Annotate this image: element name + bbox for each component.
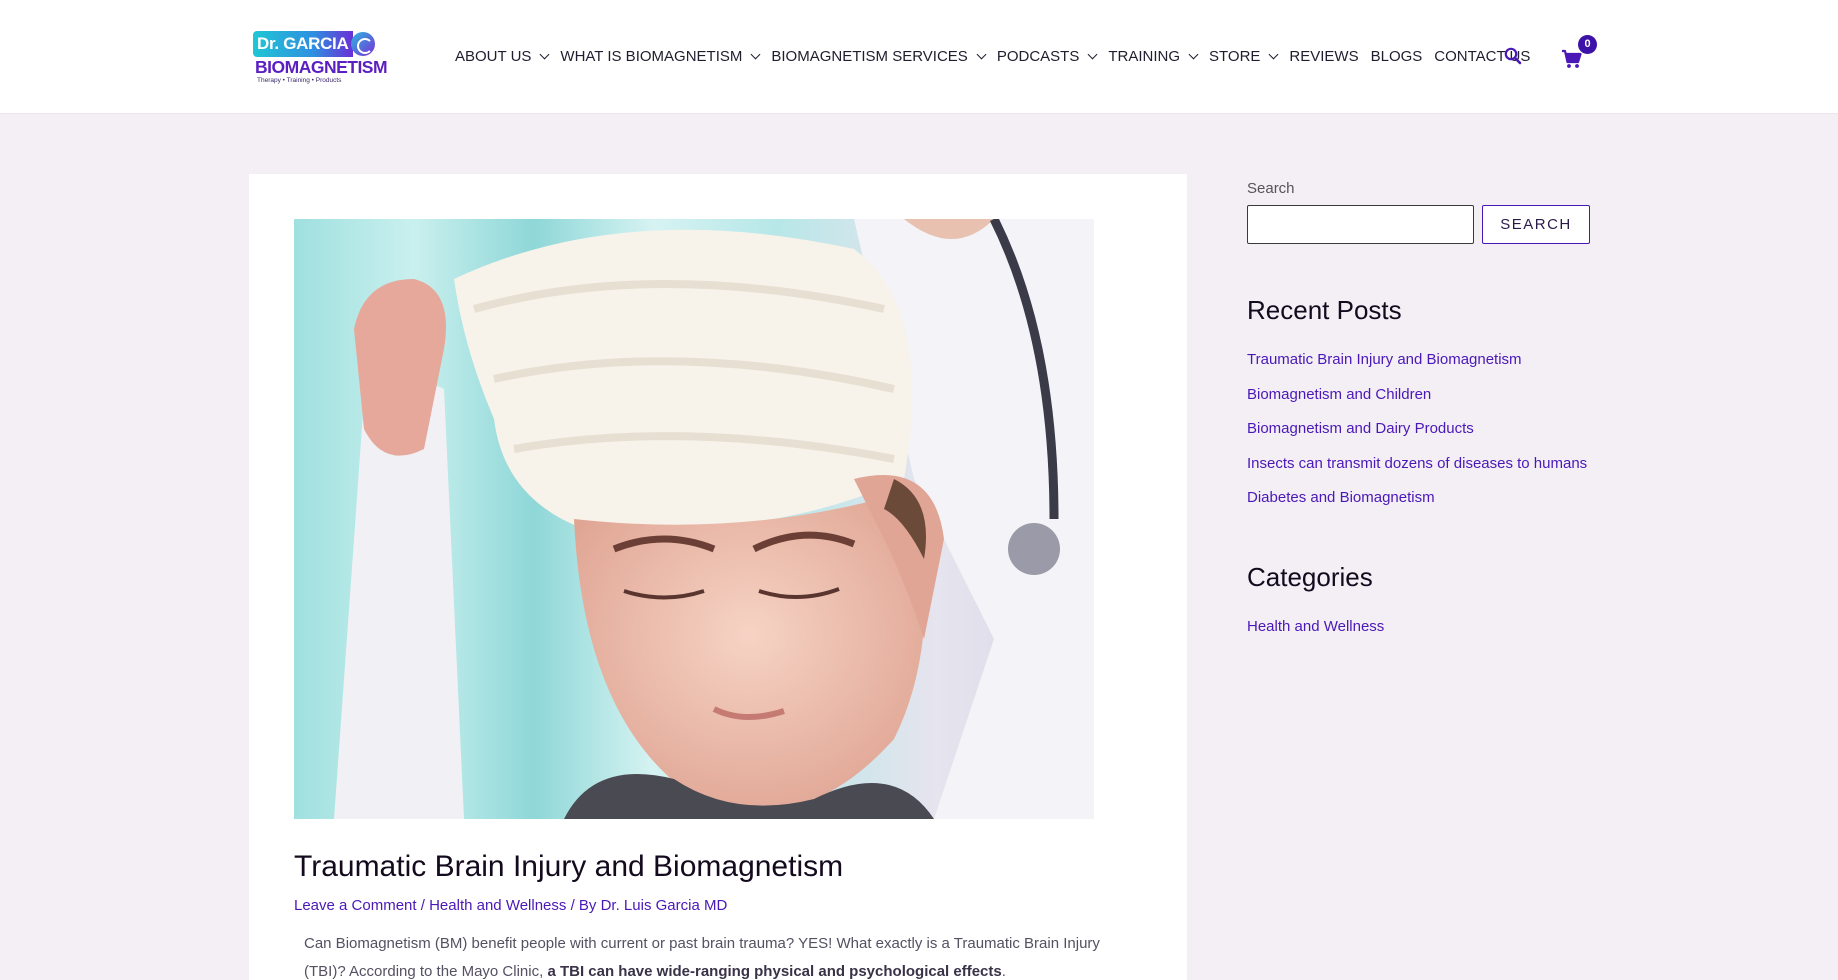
logo-badge: Dr. GARCIA bbox=[253, 30, 376, 58]
recent-post-item: Insects can transmit dozens of diseases … bbox=[1247, 455, 1587, 490]
nav-item-label: WHAT IS BIOMAGNETISM bbox=[560, 47, 743, 65]
search-label: Search bbox=[1247, 180, 1295, 197]
header-search-button[interactable] bbox=[1503, 46, 1523, 66]
nav-item-label: PODCASTS bbox=[996, 47, 1080, 65]
meta-separator: / bbox=[416, 897, 430, 914]
nav-item-label: STORE bbox=[1209, 47, 1261, 65]
categories-list: Health and Wellness bbox=[1247, 618, 1384, 653]
chevron-down-icon bbox=[1188, 49, 1199, 59]
nav-item-biomagnetism-services[interactable]: BIOMAGNETISM SERVICES bbox=[771, 47, 987, 65]
recent-posts-list: Traumatic Brain Injury and Biomagnetism B… bbox=[1247, 351, 1587, 524]
featured-image-illustration bbox=[294, 219, 1094, 819]
logo-dr-text: Dr. GARCIA bbox=[253, 31, 354, 57]
recent-post-link[interactable]: Insects can transmit dozens of diseases … bbox=[1247, 455, 1587, 472]
nav-item-label: BIOMAGNETISM SERVICES bbox=[771, 47, 968, 65]
excerpt-bold-text: a TBI can have wide-ranging physical and… bbox=[547, 963, 1002, 980]
chevron-down-icon bbox=[750, 49, 761, 59]
search-icon bbox=[1504, 47, 1522, 65]
post-excerpt: Can Biomagnetism (BM) benefit people wit… bbox=[304, 930, 1114, 980]
nav-item-label: ABOUT US bbox=[455, 47, 532, 65]
post-category-link[interactable]: Health and Wellness bbox=[429, 897, 566, 914]
logo-swirl-icon bbox=[351, 32, 376, 56]
logo-tagline: Therapy • Training • Products bbox=[257, 77, 342, 84]
post-meta: Leave a Comment / Health and Wellness / … bbox=[294, 897, 727, 914]
nav-item-blogs[interactable]: BLOGS bbox=[1371, 48, 1423, 65]
category-link[interactable]: Health and Wellness bbox=[1247, 618, 1384, 635]
nav-item-label: TRAINING bbox=[1108, 47, 1180, 65]
nav-item-store[interactable]: STORE bbox=[1209, 47, 1279, 65]
cart-icon bbox=[1562, 49, 1582, 68]
nav-item-about-us[interactable]: ABOUT US bbox=[455, 47, 550, 65]
post-title[interactable]: Traumatic Brain Injury and Biomagnetism bbox=[294, 850, 843, 884]
site-header: Dr. GARCIA BIOMAGNETISM Therapy • Traini… bbox=[0, 0, 1838, 114]
category-item: Health and Wellness bbox=[1247, 618, 1384, 653]
recent-post-link[interactable]: Traumatic Brain Injury and Biomagnetism bbox=[1247, 351, 1522, 368]
nav-item-label: BLOGS bbox=[1370, 47, 1423, 65]
sidebar-search-button[interactable]: SEARCH bbox=[1482, 205, 1590, 244]
categories-title: Categories bbox=[1247, 562, 1373, 592]
nav-item-reviews[interactable]: REVIEWS bbox=[1289, 48, 1358, 65]
sidebar-search-input[interactable] bbox=[1247, 205, 1474, 244]
excerpt-end: . bbox=[1001, 963, 1006, 980]
recent-post-item: Biomagnetism and Children bbox=[1247, 386, 1587, 421]
nav-item-what-is-biomagnetism[interactable]: WHAT IS BIOMAGNETISM bbox=[560, 47, 761, 65]
cart-count-badge: 0 bbox=[1578, 35, 1597, 54]
chevron-down-icon bbox=[1268, 49, 1279, 59]
nav-item-training[interactable]: TRAINING bbox=[1108, 47, 1199, 65]
main-navigation: ABOUT US WHAT IS BIOMAGNETISM BIOMAGNETISM… bbox=[455, 44, 1542, 68]
featured-image[interactable] bbox=[294, 219, 1094, 819]
recent-post-link[interactable]: Biomagnetism and Dairy Products bbox=[1247, 420, 1474, 437]
chevron-down-icon bbox=[976, 49, 987, 59]
logo-name-text: BIOMAGNETISM bbox=[255, 57, 388, 77]
header-cart-button[interactable]: 0 bbox=[1561, 35, 1597, 70]
recent-post-link[interactable]: Biomagnetism and Children bbox=[1247, 386, 1431, 403]
nav-item-label: REVIEWS bbox=[1289, 47, 1359, 65]
recent-posts-title: Recent Posts bbox=[1247, 295, 1402, 325]
recent-post-item: Diabetes and Biomagnetism bbox=[1247, 489, 1587, 524]
meta-by-separator: / By bbox=[566, 897, 601, 914]
post-card: Traumatic Brain Injury and Biomagnetism … bbox=[249, 174, 1187, 980]
recent-post-item: Traumatic Brain Injury and Biomagnetism bbox=[1247, 351, 1587, 386]
nav-item-podcasts[interactable]: PODCASTS bbox=[996, 47, 1098, 65]
recent-post-link[interactable]: Diabetes and Biomagnetism bbox=[1247, 489, 1435, 506]
leave-comment-link[interactable]: Leave a Comment bbox=[294, 897, 417, 914]
recent-post-item: Biomagnetism and Dairy Products bbox=[1247, 420, 1587, 455]
chevron-down-icon bbox=[1087, 49, 1098, 59]
post-author-link[interactable]: Dr. Luis Garcia MD bbox=[601, 897, 728, 914]
site-logo[interactable]: Dr. GARCIA BIOMAGNETISM Therapy • Traini… bbox=[253, 30, 393, 86]
chevron-down-icon bbox=[539, 49, 550, 59]
